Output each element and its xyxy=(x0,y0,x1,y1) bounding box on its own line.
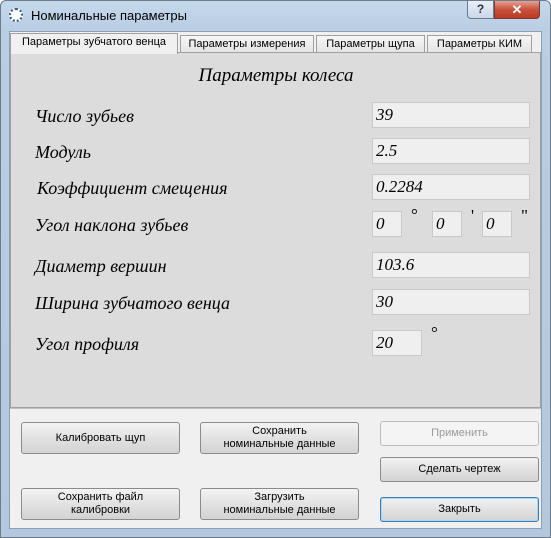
divider xyxy=(10,408,541,409)
helix-angle-degrees-field[interactable]: 0 xyxy=(372,211,402,237)
second-unit: " xyxy=(521,206,528,225)
make-drawing-button[interactable]: Сделать чертеж xyxy=(380,457,539,482)
calibrate-probe-button[interactable]: Калибровать щуп xyxy=(21,422,180,454)
face-width-field[interactable]: 30 xyxy=(372,289,530,315)
pressure-angle-degree-unit: ° xyxy=(431,323,438,342)
minute-unit: ' xyxy=(471,206,475,225)
panel-heading: Параметры колеса xyxy=(198,65,354,86)
pressure-angle-field[interactable]: 20 xyxy=(372,330,422,356)
module-field[interactable]: 2.5 xyxy=(372,138,530,164)
apply-button[interactable]: Применить xyxy=(380,421,539,446)
save-calibration-file-button[interactable]: Сохранить файл калибровки xyxy=(21,488,180,520)
load-nominal-data-button[interactable]: Загрузить номинальные данные xyxy=(200,488,359,520)
tab-bar: Параметры зубчатого венца Параметры изме… xyxy=(10,33,541,54)
tip-diameter-label: Диаметр вершин xyxy=(35,256,167,276)
help-button[interactable]: ? xyxy=(467,1,494,19)
app-icon xyxy=(9,8,23,22)
helix-angle-seconds-field[interactable]: 0 xyxy=(482,211,512,237)
gear-params-panel: Параметры колеса Число зубьев 39 Модуль … xyxy=(10,52,541,408)
window-title: Номинальные параметры xyxy=(31,8,187,23)
shift-coefficient-field[interactable]: 0.2284 xyxy=(372,174,530,200)
face-width-label: Ширина зубчатого венца xyxy=(35,293,230,313)
close-button[interactable]: Закрыть xyxy=(380,497,539,522)
pressure-angle-label: Угол профиля xyxy=(35,334,140,354)
dialog-client-area: Параметры зубчатого венца Параметры изме… xyxy=(9,31,542,529)
tab-gear-rim-params[interactable]: Параметры зубчатого венца xyxy=(10,33,178,54)
close-window-button[interactable]: ✕ xyxy=(494,1,540,19)
title-bar[interactable]: Номинальные параметры ? ✕ xyxy=(1,1,550,31)
dialog-window: Номинальные параметры ? ✕ Параметры зубч… xyxy=(0,0,551,538)
degree-unit: ° xyxy=(411,205,418,224)
tab-measurement-params[interactable]: Параметры измерения xyxy=(180,35,314,53)
teeth-count-field[interactable]: 39 xyxy=(372,102,530,128)
helix-angle-label: Угол наклона зубьев xyxy=(35,215,189,235)
shift-coefficient-label: Коэффициент смещения xyxy=(37,178,228,198)
tab-cmm-params[interactable]: Параметры КИМ xyxy=(427,35,532,53)
helix-angle-minutes-field[interactable]: 0 xyxy=(432,211,462,237)
tip-diameter-field[interactable]: 103.6 xyxy=(372,252,530,278)
teeth-count-label: Число зубьев xyxy=(35,106,134,126)
tab-probe-params[interactable]: Параметры щупа xyxy=(316,35,425,53)
save-nominal-data-button[interactable]: Сохранить номинальные данные xyxy=(200,422,359,454)
module-label: Модуль xyxy=(35,142,91,162)
